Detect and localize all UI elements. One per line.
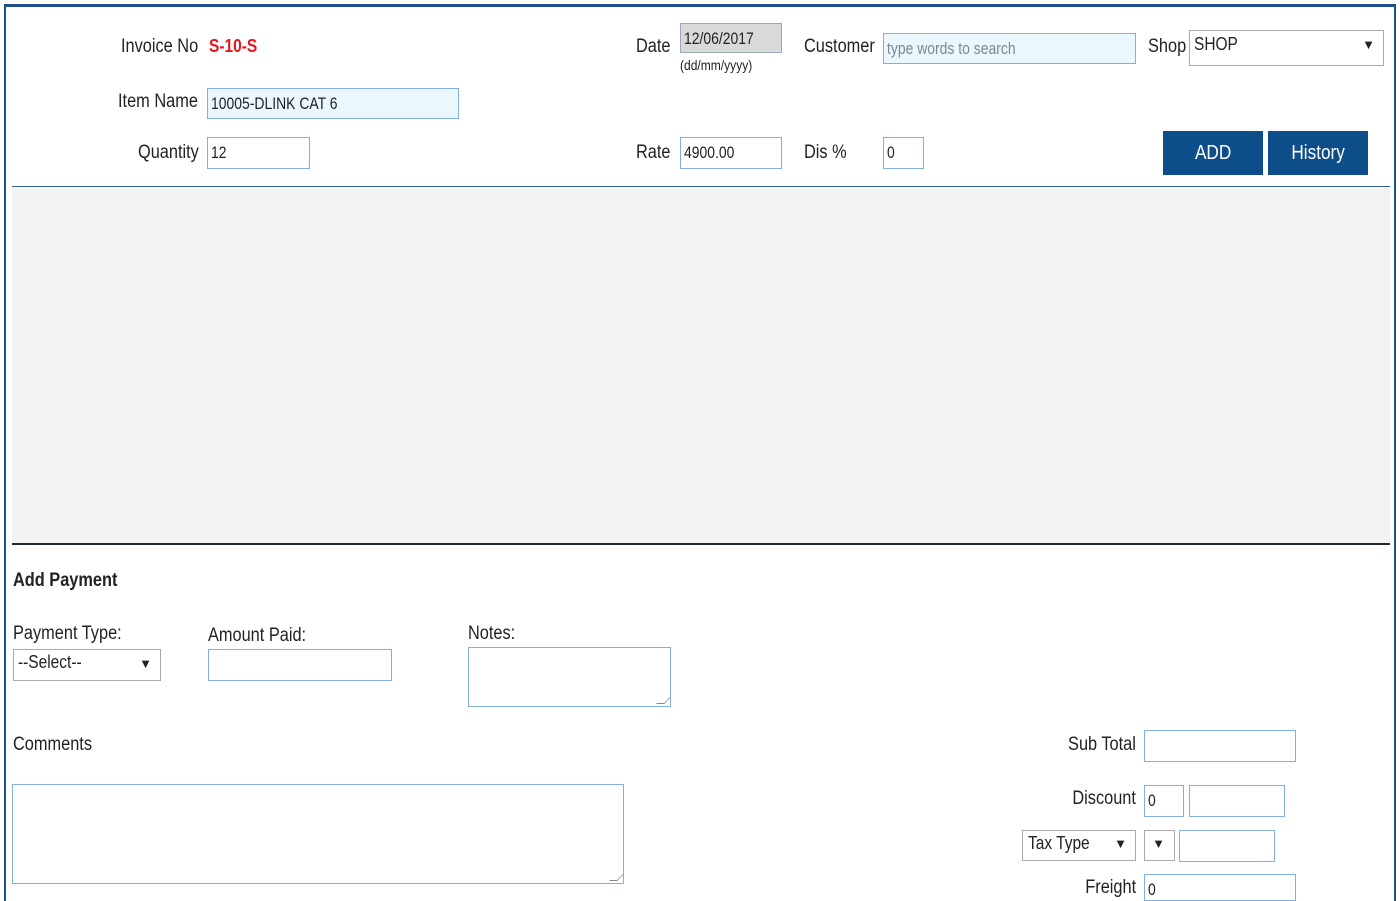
date-format-hint: (dd/mm/yyyy) [680, 57, 753, 73]
quantity-input[interactable]: 12 [207, 137, 310, 169]
notes-textarea[interactable] [468, 647, 671, 707]
comments-textarea[interactable] [12, 784, 624, 884]
shop-select[interactable]: SHOP ▼ [1189, 30, 1384, 66]
chevron-down-icon: ▼ [139, 656, 152, 671]
tax-rate-select[interactable]: ▼ [1144, 830, 1175, 861]
add-button[interactable]: ADD [1163, 131, 1263, 175]
header-divider [12, 186, 1390, 187]
items-grid [12, 188, 1390, 543]
discount-input[interactable]: 0 [1144, 785, 1184, 817]
resize-handle-icon[interactable] [609, 873, 623, 881]
invoice-no-value: S-10-S [209, 36, 258, 56]
tax-amount-input[interactable] [1179, 830, 1275, 862]
quantity-label: Quantity [138, 142, 199, 163]
item-name-input[interactable]: 10005-DLINK CAT 6 [207, 88, 459, 119]
history-button[interactable]: History [1268, 131, 1368, 175]
date-input[interactable]: 12/06/2017 [680, 23, 782, 53]
chevron-down-icon: ▼ [1114, 836, 1127, 851]
payment-type-label: Payment Type: [13, 623, 122, 644]
item-name-label: Item Name [118, 91, 198, 112]
resize-handle-icon[interactable] [656, 696, 670, 704]
freight-label: Freight [1085, 877, 1136, 898]
comments-label: Comments [13, 734, 92, 755]
discount-percent-label: Dis % [804, 142, 847, 163]
date-label: Date [636, 36, 671, 57]
rate-label: Rate [636, 142, 671, 163]
payment-type-select[interactable]: --Select-- ▼ [13, 649, 161, 681]
amount-paid-input[interactable] [208, 649, 392, 681]
chevron-down-icon: ▼ [1362, 37, 1375, 52]
discount-amount-input[interactable] [1189, 785, 1285, 817]
grid-divider [12, 543, 1390, 545]
customer-label: Customer [804, 36, 875, 57]
chevron-down-icon: ▼ [1152, 836, 1165, 851]
shop-label: Shop [1148, 36, 1187, 57]
invoice-no-label: Invoice No [121, 36, 199, 57]
discount-label: Discount [1072, 788, 1136, 809]
sub-total-label: Sub Total [1068, 734, 1136, 755]
discount-percent-input[interactable]: 0 [883, 137, 924, 169]
tax-type-select[interactable]: Tax Type ▼ [1022, 830, 1136, 861]
rate-input[interactable]: 4900.00 [680, 137, 782, 169]
sub-total-input[interactable] [1144, 730, 1296, 762]
customer-search-input[interactable]: type words to search [883, 33, 1136, 64]
amount-paid-label: Amount Paid: [208, 625, 307, 646]
add-payment-title: Add Payment [13, 570, 118, 591]
notes-label: Notes: [468, 623, 516, 644]
freight-input[interactable]: 0 [1144, 874, 1296, 901]
